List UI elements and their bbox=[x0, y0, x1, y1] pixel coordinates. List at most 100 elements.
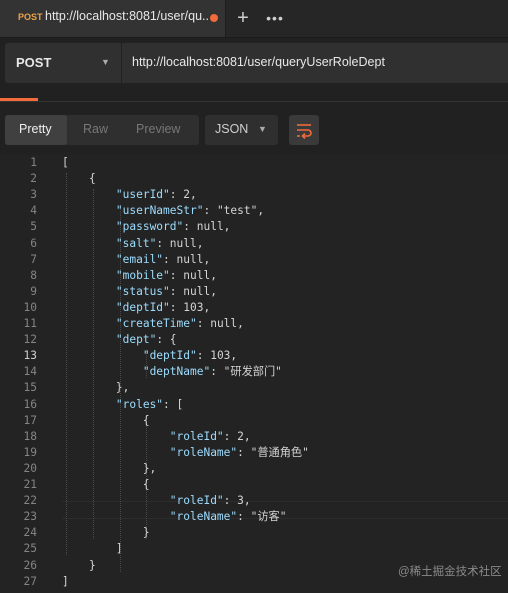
code-text: "deptName": "研发部门" bbox=[142, 365, 282, 379]
line-number: 17 bbox=[23, 413, 37, 427]
code-text: "deptId": 103, bbox=[142, 349, 238, 363]
code-text: { bbox=[62, 413, 150, 427]
code-text: "deptId": 103, bbox=[115, 300, 211, 314]
tab-title: http://localhost:8081/user/qu... bbox=[45, 9, 208, 23]
code-text: "dept": { bbox=[115, 333, 177, 347]
more-tabs-button[interactable]: ••• bbox=[260, 4, 290, 32]
pretty-button[interactable]: Pretty bbox=[5, 115, 67, 145]
code-text: "roleId": 2, bbox=[169, 429, 251, 443]
code-line: 15 }, bbox=[0, 380, 508, 396]
code-line: 24 } bbox=[0, 525, 508, 541]
line-number: 9 bbox=[30, 284, 37, 298]
line-number: 20 bbox=[23, 461, 37, 475]
line-number: 21 bbox=[23, 478, 37, 491]
code-text: "status": null, bbox=[115, 284, 217, 298]
code-text: } bbox=[62, 526, 150, 540]
line-number: 23 bbox=[23, 510, 37, 524]
line-number: 18 bbox=[23, 429, 37, 443]
response-body-editor[interactable]: 1[2 {3 "userId": 2, 4 "userNameStr": "tes… bbox=[0, 155, 508, 593]
url-text: http://localhost:8081/user/queryUserRole… bbox=[132, 55, 385, 69]
chevron-down-icon: ▼ bbox=[101, 57, 110, 67]
code-text: { bbox=[62, 478, 150, 491]
code-line: 11 "createTime": null, bbox=[0, 316, 508, 332]
line-number: 26 bbox=[23, 558, 37, 572]
line-number: 15 bbox=[23, 381, 37, 395]
watermark: @稀土掘金技术社区 bbox=[398, 566, 502, 578]
tab-method-label: POST bbox=[18, 12, 43, 22]
line-number: 3 bbox=[30, 188, 37, 202]
code-line: 8 "mobile": null, bbox=[0, 268, 508, 284]
code-text: "salt": null, bbox=[115, 236, 204, 250]
code-text: "createTime": null, bbox=[115, 317, 244, 330]
code-line: 19 "roleName": "普通角色" bbox=[0, 445, 508, 461]
raw-button[interactable]: Raw bbox=[83, 122, 108, 136]
code-line: 5 "password": null, bbox=[0, 219, 508, 235]
format-label: JSON bbox=[215, 122, 249, 136]
tab-bar: POST http://localhost:8081/user/qu... + … bbox=[0, 0, 508, 38]
code-text: { bbox=[62, 172, 96, 186]
line-number: 14 bbox=[23, 365, 37, 379]
code-text: ] bbox=[62, 542, 123, 556]
method-select[interactable]: POST ▼ bbox=[5, 43, 121, 83]
code-text: }, bbox=[62, 461, 157, 475]
code-line: 6 "salt": null, bbox=[0, 236, 508, 252]
code-text: [ bbox=[62, 156, 69, 169]
code-line: 20 }, bbox=[0, 461, 508, 477]
code-text: "roleName": "普通角色" bbox=[169, 445, 309, 459]
line-number: 25 bbox=[23, 542, 37, 556]
code-text: }, bbox=[62, 381, 130, 395]
pretty-label: Pretty bbox=[19, 122, 52, 136]
code-text: "mobile": null, bbox=[115, 268, 217, 282]
line-number: 11 bbox=[23, 317, 37, 330]
code-line: 17 { bbox=[0, 413, 508, 429]
line-number: 7 bbox=[30, 252, 37, 266]
code-line: 14 "deptName": "研发部门" bbox=[0, 364, 508, 380]
request-tab[interactable]: POST http://localhost:8081/user/qu... bbox=[0, 0, 226, 37]
code-line: 21 { bbox=[0, 477, 508, 493]
code-text: } bbox=[62, 558, 96, 572]
code-line: 16 "roles": [ bbox=[0, 397, 508, 413]
unsaved-dot-icon bbox=[210, 14, 218, 22]
view-mode-group: Pretty Raw Preview bbox=[5, 115, 199, 145]
code-text: "userNameStr": "test", bbox=[115, 204, 265, 218]
line-number: 22 bbox=[23, 494, 37, 508]
code-text: "roles": [ bbox=[115, 397, 184, 411]
line-number: 12 bbox=[23, 333, 37, 347]
line-number: 8 bbox=[30, 268, 37, 282]
line-number: 4 bbox=[30, 204, 37, 218]
code-text: ] bbox=[62, 574, 69, 588]
code-line: 12 "dept": { bbox=[0, 332, 508, 348]
code-text: "roleName": "访客" bbox=[169, 510, 287, 524]
chevron-down-icon: ▼ bbox=[258, 124, 267, 134]
code-line: 7 "email": null, bbox=[0, 252, 508, 268]
code-text: "userId": 2, bbox=[115, 188, 197, 202]
line-number: 19 bbox=[23, 445, 37, 459]
divider bbox=[0, 101, 508, 102]
code-line: 9 "status": null, bbox=[0, 284, 508, 300]
line-number: 10 bbox=[23, 300, 37, 314]
line-number: 1 bbox=[30, 156, 37, 169]
code-line: 1[ bbox=[0, 155, 508, 171]
code-line: 22 "roleId": 3, bbox=[0, 493, 508, 509]
code-text: "roleId": 3, bbox=[169, 494, 251, 508]
line-number: 24 bbox=[23, 526, 37, 540]
preview-button[interactable]: Preview bbox=[136, 122, 180, 136]
code-text: "email": null, bbox=[115, 252, 211, 266]
code-line: 25 ] bbox=[0, 541, 508, 557]
line-number: 13 bbox=[23, 349, 37, 363]
format-select[interactable]: JSON ▼ bbox=[205, 115, 278, 145]
code-line: 10 "deptId": 103, bbox=[0, 300, 508, 316]
line-number: 27 bbox=[23, 574, 37, 588]
url-input[interactable]: http://localhost:8081/user/queryUserRole… bbox=[122, 43, 508, 83]
new-tab-button[interactable]: + bbox=[229, 4, 257, 32]
code-line: 4 "userNameStr": "test", bbox=[0, 203, 508, 219]
line-number: 16 bbox=[23, 397, 37, 411]
line-number: 6 bbox=[30, 236, 37, 250]
wrap-lines-icon bbox=[297, 124, 312, 140]
code-line: 13 "deptId": 103, bbox=[0, 348, 508, 364]
line-number: 5 bbox=[30, 220, 37, 234]
wrap-lines-button[interactable] bbox=[289, 115, 319, 145]
request-bar: POST ▼ http://localhost:8081/user/queryU… bbox=[5, 43, 508, 83]
code-line: 2 { bbox=[0, 171, 508, 187]
code-line: 18 "roleId": 2, bbox=[0, 429, 508, 445]
